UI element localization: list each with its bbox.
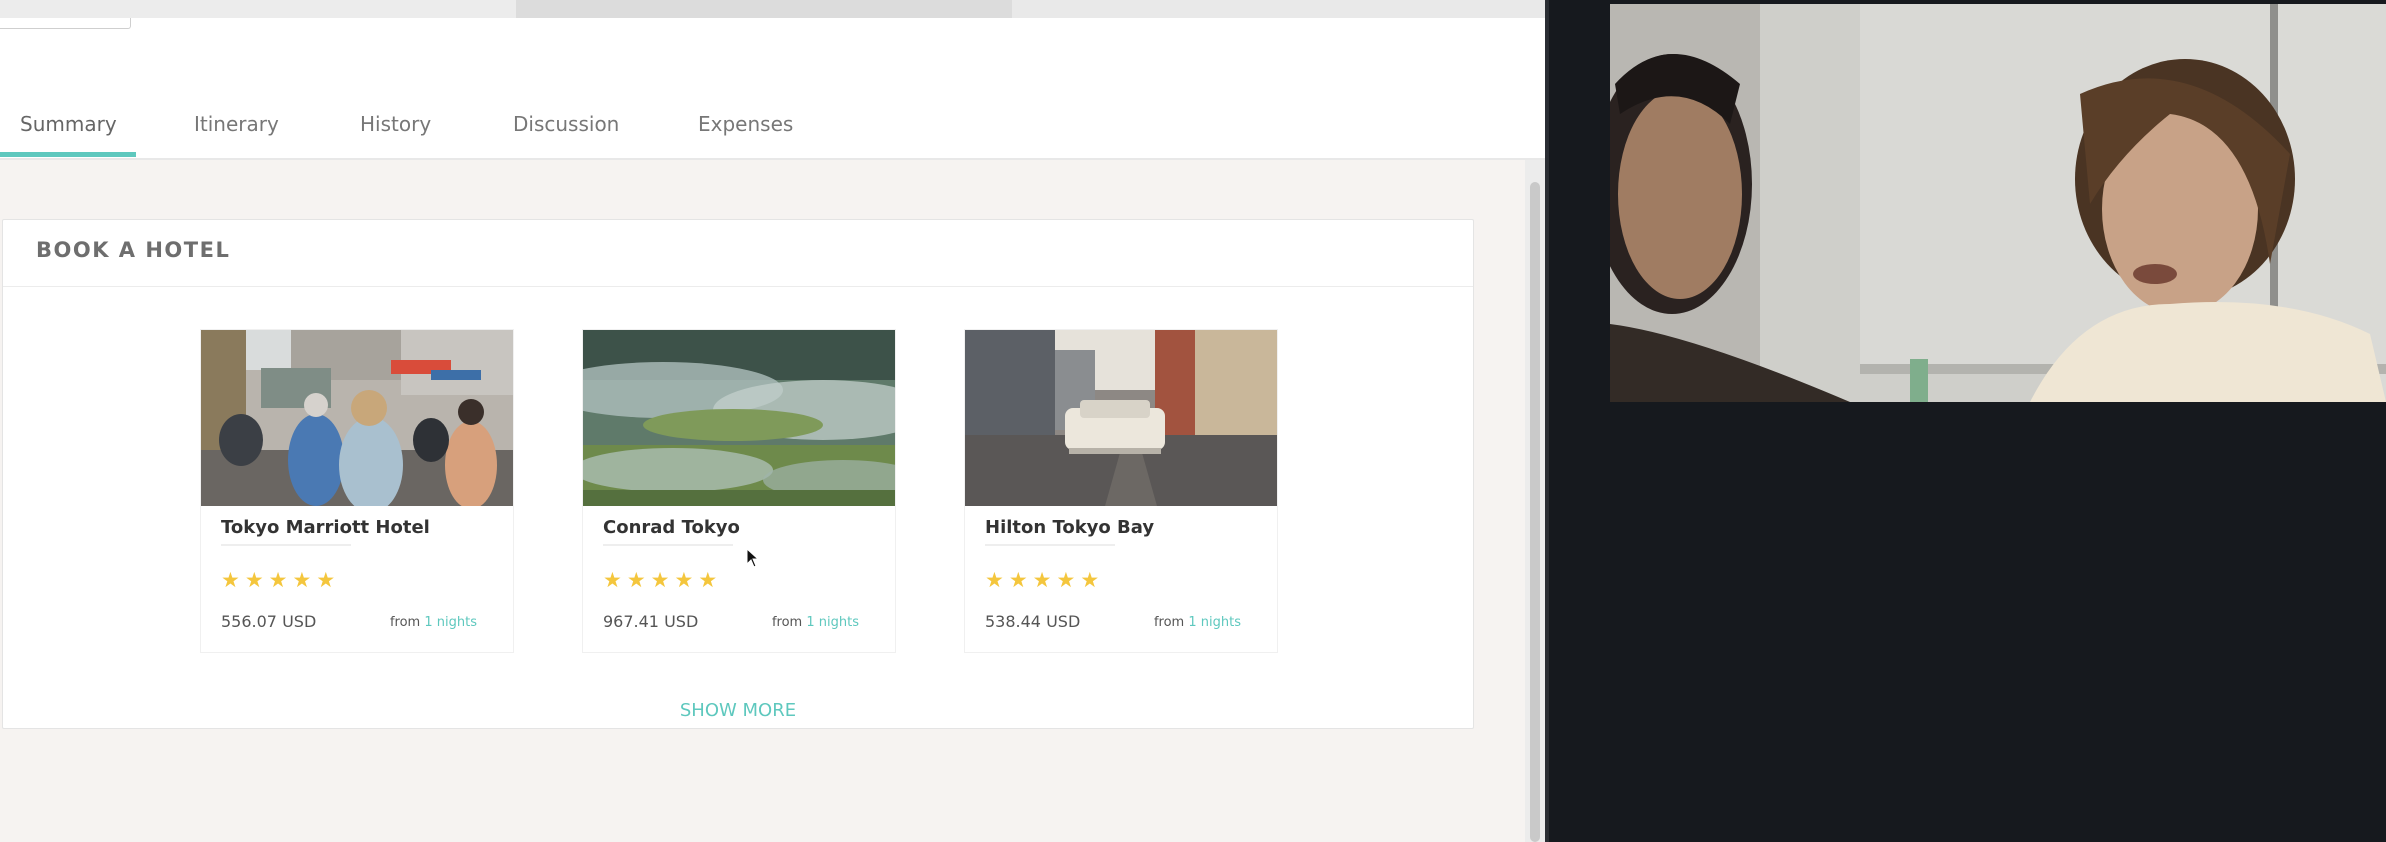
hotel-nights: from 1 nights xyxy=(390,615,477,630)
hotel-photo-city-street-car[interactable] xyxy=(965,330,1277,506)
hotel-card[interactable]: Conrad Tokyo ★ ★ ★ ★ ★ 967.41 USD from 1… xyxy=(582,329,896,653)
star-rating: ★ ★ ★ ★ ★ xyxy=(221,570,335,591)
hotel-nights: from 1 nights xyxy=(772,615,859,630)
nights-link[interactable]: 1 nights xyxy=(806,615,859,630)
hotel-address-placeholder xyxy=(603,544,733,546)
nights-prefix: from xyxy=(771,615,803,630)
tab-discussion[interactable]: Discussion xyxy=(513,108,619,156)
hotel-address-placeholder xyxy=(221,544,351,546)
hotel-name[interactable]: Tokyo Marriott Hotel xyxy=(221,517,430,538)
browser-tab-segment[interactable] xyxy=(1012,0,1545,18)
star-icon: ★ xyxy=(1032,568,1052,592)
star-icon: ★ xyxy=(221,568,240,592)
hotel-price: 556.07 USD xyxy=(221,612,317,631)
tab-summary[interactable]: Summary xyxy=(20,108,117,156)
book-hotel-card: BOOK A HOTEL Tokyo Marriott Hotel ★ ★ ★ … xyxy=(2,219,1474,729)
shared-screen: Summary Itinerary History Discussion Exp… xyxy=(0,0,1545,842)
nights-link[interactable]: 1 nights xyxy=(424,615,477,630)
tab-itinerary[interactable]: Itinerary xyxy=(194,108,279,156)
nights-prefix: from xyxy=(389,615,421,630)
nights-link[interactable]: 1 nights xyxy=(1188,615,1241,630)
webcam-frame xyxy=(1610,4,2386,402)
mouse-pointer-icon xyxy=(746,548,760,568)
star-rating: ★ ★ ★ ★ ★ xyxy=(603,570,717,591)
hotel-price: 967.41 USD xyxy=(603,612,699,631)
star-icon: ★ xyxy=(985,568,1004,592)
browser-top-strip xyxy=(0,0,1545,19)
active-tab-indicator xyxy=(0,152,136,157)
hotel-card[interactable]: Hilton Tokyo Bay ★ ★ ★ ★ ★ 538.44 USD fr… xyxy=(964,329,1278,653)
star-icon: ★ xyxy=(244,568,264,592)
divider xyxy=(3,286,1473,287)
star-icon: ★ xyxy=(1080,568,1100,592)
hotel-address-placeholder xyxy=(985,544,1115,546)
show-more-button[interactable]: SHOW MORE xyxy=(3,700,1473,721)
tab-history[interactable]: History xyxy=(360,108,431,156)
tab-expenses[interactable]: Expenses xyxy=(698,108,793,156)
hotel-price: 538.44 USD xyxy=(985,612,1081,631)
hotel-nights: from 1 nights xyxy=(1154,615,1241,630)
hotel-name[interactable]: Conrad Tokyo xyxy=(603,517,740,538)
share-frame-edge xyxy=(1545,0,1549,842)
star-icon: ★ xyxy=(316,568,336,592)
hotel-card[interactable]: Tokyo Marriott Hotel ★ ★ ★ ★ ★ 556.07 US… xyxy=(200,329,514,653)
scrollbar[interactable] xyxy=(1525,160,1545,842)
hotel-name[interactable]: Hilton Tokyo Bay xyxy=(985,517,1154,538)
hotel-photo-misty-landscape[interactable] xyxy=(583,330,895,506)
star-icon: ★ xyxy=(268,568,288,592)
nights-prefix: from xyxy=(1153,615,1185,630)
star-icon: ★ xyxy=(1056,568,1076,592)
browser-tab-segment[interactable] xyxy=(516,0,1012,18)
star-icon: ★ xyxy=(626,568,646,592)
trip-header: Summary Itinerary History Discussion Exp… xyxy=(0,18,1545,160)
star-icon: ★ xyxy=(603,568,622,592)
star-icon: ★ xyxy=(674,568,694,592)
star-icon: ★ xyxy=(1008,568,1028,592)
star-icon: ★ xyxy=(650,568,670,592)
browser-tab-segment[interactable] xyxy=(0,0,516,18)
scrollbar-thumb[interactable] xyxy=(1530,182,1540,842)
star-icon: ★ xyxy=(698,568,718,592)
hotel-photo-street-scene[interactable] xyxy=(201,330,513,506)
star-icon: ★ xyxy=(292,568,312,592)
participant-video-feed[interactable] xyxy=(1610,4,2386,402)
star-rating: ★ ★ ★ ★ ★ xyxy=(985,570,1099,591)
header-control-stub[interactable] xyxy=(0,18,131,29)
card-title: BOOK A HOTEL xyxy=(36,238,231,262)
